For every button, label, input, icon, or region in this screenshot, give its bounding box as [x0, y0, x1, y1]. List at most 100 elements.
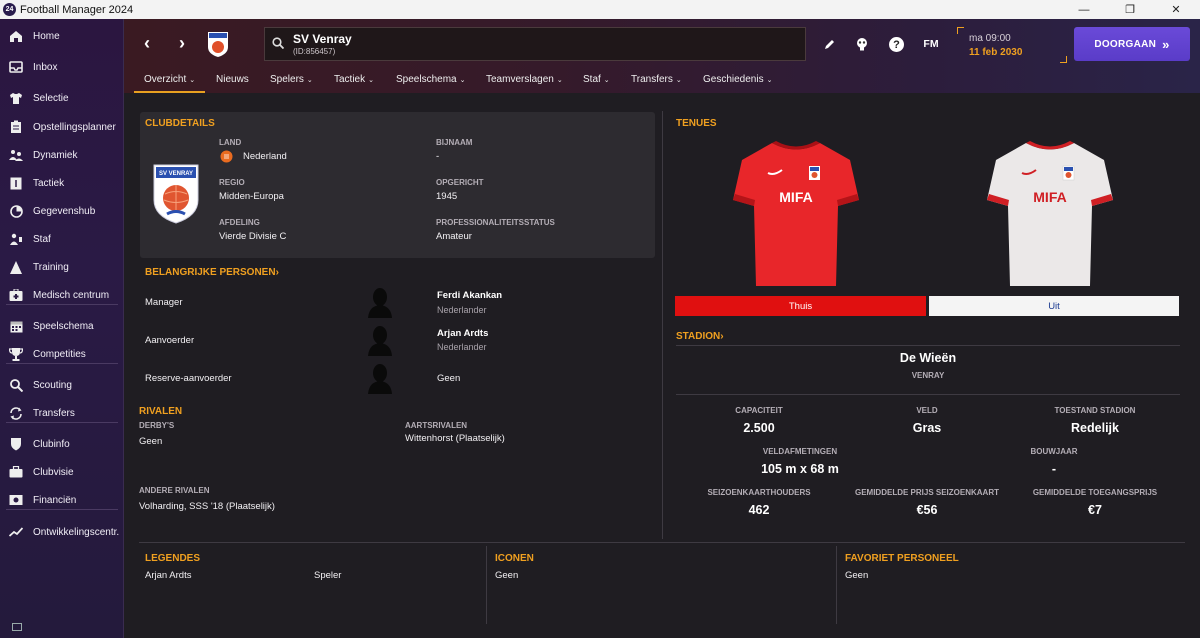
bijnaam-label: BIJNAAM	[436, 138, 473, 147]
sidebar-item-label: Ontwikkelingscentr.	[33, 526, 120, 538]
regio-value: Midden-Europa	[219, 191, 284, 202]
sidebar-item-clubinfo[interactable]: Clubinfo	[0, 431, 124, 457]
tab-speelschema[interactable]: Speelschema ⌄	[396, 71, 465, 93]
sidebar-item-tactiek[interactable]: Tactiek	[0, 170, 124, 196]
home-kit-label[interactable]: Thuis	[675, 296, 926, 316]
skin-icon[interactable]	[853, 35, 871, 53]
tab-geschiedenis[interactable]: Geschiedenis ⌄	[703, 71, 772, 93]
date-time-box[interactable]: ma 09:00 11 feb 2030	[957, 27, 1067, 63]
bouwjaar-label: BOUWJAAR	[1030, 447, 1078, 456]
sidebar-item-training[interactable]: Training	[0, 254, 124, 280]
main-content: CLUBDETAILS SV VENRAY LAND Nederland BIJ…	[124, 93, 1200, 638]
forward-arrow-icon[interactable]: ›	[172, 33, 192, 53]
afdeling-label: AFDELING	[219, 218, 260, 227]
tab-nieuws[interactable]: Nieuws	[216, 71, 249, 93]
sidebar-item-scouting[interactable]: Scouting	[0, 372, 124, 398]
clipboard-icon	[9, 120, 23, 134]
iconen-title: ICONEN	[495, 553, 534, 564]
derbys-label: DERBY'S	[139, 421, 175, 430]
sidebar-item-home[interactable]: Home	[0, 23, 124, 49]
veld-label: VELD	[916, 406, 938, 415]
status-indicator-icon[interactable]	[12, 623, 22, 631]
aartsrivalen-value[interactable]: Wittenhorst (Plaatselijk)	[405, 433, 505, 444]
opgericht-value: 1945	[436, 191, 458, 202]
sidebar-divider	[6, 304, 118, 305]
away-kit-shirt[interactable]: MIFA	[986, 138, 1114, 290]
edit-icon[interactable]	[821, 35, 839, 53]
fm-logo-icon[interactable]: FM	[920, 35, 942, 53]
tab-label: Speelschema	[396, 74, 457, 85]
regio-label: REGIO	[219, 178, 245, 187]
key-person-name[interactable]: Ferdi Akankan	[437, 290, 502, 301]
top-header: ‹ › SV Venray (ID:856457) ? FM ma 09:00 …	[124, 19, 1200, 93]
tab-label: Spelers	[270, 74, 304, 85]
tab-label: Transfers	[631, 74, 673, 85]
maximize-button[interactable]: ❐	[1107, 0, 1153, 19]
back-arrow-icon[interactable]: ‹	[137, 33, 157, 53]
tab-staf[interactable]: Staf ⌄	[583, 71, 610, 93]
sidebar-item-label: Dynamiek	[33, 149, 78, 161]
home-kit-shirt[interactable]: MIFA	[732, 138, 860, 290]
opgericht-label: OPGERICHT	[436, 178, 484, 187]
chevron-right-icon: ›	[275, 267, 279, 278]
rivals-title: RIVALEN	[139, 406, 183, 417]
andere-rivalen-label: ANDERE RIVALEN	[139, 486, 210, 495]
clubdetails-title: CLUBDETAILS	[145, 118, 215, 129]
person-silhouette-icon	[368, 364, 392, 394]
continue-button[interactable]: DOORGAAN »	[1074, 27, 1190, 61]
sidebar-item-opstellingsplanner[interactable]: Opstellingsplanner	[0, 114, 124, 140]
club-crest-small-icon[interactable]	[207, 30, 229, 58]
tab-overzicht[interactable]: Overzicht ⌄	[134, 71, 205, 93]
tab-label: Overzicht	[144, 74, 187, 85]
crest-text: SV VENRAY	[159, 171, 193, 177]
sidebar-item-label: Scouting	[33, 379, 72, 391]
legende-name[interactable]: Arjan Ardts	[145, 570, 191, 581]
tab-transfers[interactable]: Transfers ⌄	[631, 71, 682, 93]
aartsrivalen-label: AARTSRIVALEN	[405, 421, 468, 430]
away-kit-label[interactable]: Uit	[929, 296, 1179, 316]
inbox-icon	[9, 60, 23, 74]
development-icon	[9, 525, 23, 539]
tab-tactiek[interactable]: Tactiek ⌄	[334, 71, 374, 93]
key-person-nationality: Nederlander	[437, 342, 487, 352]
key-person-role: Reserve-aanvoerder	[145, 373, 232, 384]
club-crest-large: SV VENRAY	[153, 164, 199, 224]
sidebar-divider	[6, 422, 118, 423]
tab-teamverslagen[interactable]: Teamverslagen ⌄	[486, 71, 563, 93]
help-icon[interactable]: ?	[889, 37, 904, 52]
minimize-button[interactable]: —	[1061, 0, 1107, 19]
column-divider	[662, 111, 663, 539]
chevron-down-icon: ⌄	[459, 77, 466, 84]
sidebar-item-clubvisie[interactable]: Clubvisie	[0, 459, 124, 485]
chevron-down-icon: ⌄	[556, 77, 563, 84]
sidebar-item-speelschema[interactable]: Speelschema	[0, 313, 124, 339]
sidebar-item-selectie[interactable]: Selectie	[0, 85, 124, 111]
veldafmetingen-label: VELDAFMETINGEN	[762, 447, 838, 456]
stadium-title[interactable]: STADION›	[676, 331, 724, 342]
tab-spelers[interactable]: Spelers ⌄	[270, 71, 313, 93]
training-icon	[9, 260, 23, 274]
scouting-icon	[9, 378, 23, 392]
capaciteit-value: 2.500	[743, 421, 775, 435]
person-silhouette-icon	[368, 288, 392, 318]
stadium-divider	[676, 394, 1180, 395]
andere-rivalen-value[interactable]: Volharding, SSS '18 (Plaatselijk)	[139, 501, 275, 512]
close-button[interactable]: ✕	[1153, 0, 1199, 19]
veldafmetingen-value: 105 m x 68 m	[761, 462, 839, 476]
key-person-name[interactable]: Arjan Ardts	[437, 328, 488, 339]
club-search-box[interactable]: SV Venray (ID:856457)	[264, 27, 806, 61]
tab-label: Teamverslagen	[486, 74, 554, 85]
key-people-title[interactable]: BELANGRIJKE PERSONEN›	[145, 267, 279, 278]
sidebar-item-inbox[interactable]: Inbox	[0, 54, 124, 80]
sidebar-item-ontwikkelingscentrum[interactable]: Ontwikkelingscentr.	[0, 519, 124, 545]
sidebar-item-label: Gegevenshub	[33, 205, 96, 217]
sidebar-item-staf[interactable]: Staf	[0, 226, 124, 252]
tab-label: Nieuws	[216, 74, 249, 85]
sidebar-item-dynamiek[interactable]: Dynamiek	[0, 142, 124, 168]
sidebar-item-gegevenshub[interactable]: Gegevenshub	[0, 198, 124, 224]
afdeling-value[interactable]: Vierde Divisie C	[219, 231, 286, 242]
datebox-corner	[957, 27, 964, 34]
legendes-title: LEGENDES	[145, 553, 201, 564]
chevron-down-icon: ⌄	[766, 77, 773, 84]
stadium-name: De Wieën	[899, 351, 957, 365]
